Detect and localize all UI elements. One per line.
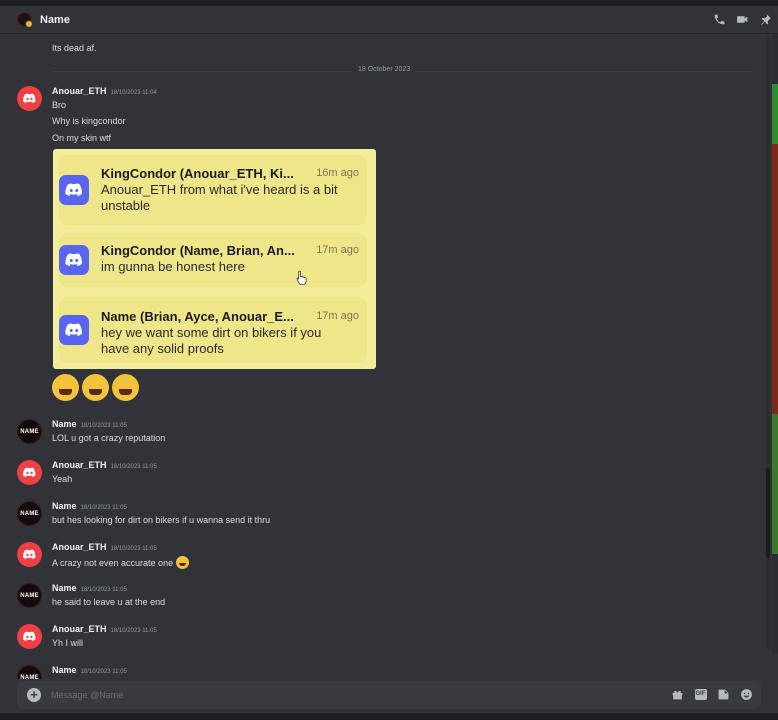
joy-emoji-icon	[52, 374, 79, 401]
notification-card: KingCondor (Name, Brian, An... 17m ago i…	[59, 233, 367, 287]
avatar-label: NAME	[20, 592, 39, 599]
message-text: A crazy not even accurate one	[52, 558, 174, 568]
message-timestamp: 18/10/2023 11:05	[110, 628, 157, 634]
notification-card: Name (Brian, Ayce, Anouar_E... 17m ago h…	[59, 297, 367, 363]
header-actions	[712, 12, 772, 26]
joy-emoji-icon	[175, 556, 189, 569]
message-scrollbar[interactable]	[766, 38, 770, 648]
message-text: he said to leave u at the end	[52, 597, 166, 607]
channel-header: Name	[0, 6, 778, 34]
header-avatar[interactable]	[17, 12, 33, 28]
channel-title[interactable]: Name	[40, 14, 70, 26]
discord-app-icon	[59, 175, 89, 205]
author-name[interactable]: Anouar_ETH	[52, 86, 107, 96]
user-avatar[interactable]: NAME	[17, 665, 42, 679]
author-name[interactable]: Name	[52, 583, 77, 593]
author-name[interactable]: Anouar_ETH	[52, 460, 107, 470]
background-window-strip	[772, 34, 778, 654]
notification-title: Name (Brian, Ayce, Anouar_E...	[101, 309, 294, 324]
message-timestamp: 18/10/2023 11:04	[110, 90, 157, 96]
message-composer: + GIF	[17, 681, 761, 709]
image-attachment[interactable]: KingCondor (Anouar_ETH, Ki... 16m ago An…	[53, 149, 376, 369]
message-timestamp: 18/10/2023 11:05	[110, 546, 157, 552]
phone-call-icon[interactable]	[712, 12, 726, 26]
notification-title: KingCondor (Anouar_ETH, Ki...	[101, 166, 294, 181]
message-text: On my skin wtf	[52, 133, 112, 143]
author-name[interactable]: Anouar_ETH	[52, 624, 107, 634]
message-author[interactable]: Name 18/10/2023 11:05	[52, 665, 127, 675]
message-text: Why is kingcondor	[52, 116, 126, 126]
author-name[interactable]: Name	[52, 419, 77, 429]
discord-avatar-icon[interactable]	[17, 86, 42, 111]
user-avatar[interactable]: NAME	[17, 501, 42, 526]
gift-icon[interactable]	[671, 688, 684, 701]
gif-icon[interactable]: GIF	[694, 688, 707, 701]
sticker-icon[interactable]	[717, 688, 730, 701]
joy-emoji-icon	[112, 374, 139, 401]
composer-actions: GIF	[671, 688, 753, 701]
emoji-icon[interactable]	[740, 688, 753, 701]
author-name[interactable]: Anouar_ETH	[52, 542, 107, 552]
message-author[interactable]: Name 18/10/2023 11:05	[52, 501, 127, 511]
video-call-icon[interactable]	[735, 12, 749, 26]
message-author[interactable]: Name 18/10/2023 11:05	[52, 583, 127, 593]
notification-body: im gunna be honest here	[101, 259, 245, 274]
message-timestamp: 18/10/2023 11:05	[80, 423, 127, 429]
discord-app-icon	[59, 245, 89, 275]
discord-avatar-icon[interactable]	[17, 542, 42, 567]
notification-time: 17m ago	[316, 244, 359, 256]
discord-avatar-icon[interactable]	[17, 460, 42, 485]
message-text-row: A crazy not even accurate one	[52, 556, 189, 569]
notification-title: KingCondor (Name, Brian, An...	[101, 243, 295, 258]
discord-app-icon	[59, 315, 89, 345]
date-divider: 18 October 2023	[52, 66, 752, 73]
notification-time: 16m ago	[316, 167, 359, 179]
notification-time: 17m ago	[316, 310, 359, 322]
avatar-label: NAME	[20, 674, 39, 680]
message-author[interactable]: Anouar_ETH 18/10/2023 11:05	[52, 460, 157, 470]
message-text: Yeah	[52, 474, 73, 484]
notification-body: hey we want some dirt on bikers if you h…	[101, 325, 322, 356]
avatar-label: NAME	[20, 510, 39, 517]
scrollbar-thumb[interactable]	[766, 468, 770, 558]
message-list: Its dead af. 18 October 2023 Anouar_ETH 1…	[0, 34, 760, 679]
message-text: Its dead af.	[52, 43, 97, 53]
message-timestamp: 18/10/2023 11:05	[80, 669, 127, 675]
message-timestamp: 18/10/2023 11:05	[110, 464, 157, 470]
discord-avatar-icon[interactable]	[17, 624, 42, 649]
message-input[interactable]	[51, 687, 611, 703]
hand-cursor-icon	[296, 270, 307, 285]
discord-dm-window: Name Its dead af. 18 October 2023 Anouar…	[0, 0, 778, 720]
author-name[interactable]: Name	[52, 501, 77, 511]
avatar-label: NAME	[20, 428, 39, 435]
message-text: but hes looking for dirt on bikers if u …	[52, 515, 271, 525]
message-timestamp: 18/10/2023 11:05	[80, 587, 127, 593]
joy-emoji-icon	[82, 374, 109, 401]
user-avatar[interactable]: NAME	[17, 419, 42, 444]
message-author[interactable]: Anouar_ETH 18/10/2023 11:05	[52, 624, 157, 634]
author-name[interactable]: Name	[52, 665, 77, 675]
message-author[interactable]: Name 18/10/2023 11:05	[52, 419, 127, 429]
pin-icon[interactable]	[758, 12, 772, 26]
reaction-emojis	[52, 374, 142, 401]
notification-body: Anouar_ETH from what i've heard is a bit…	[101, 182, 338, 213]
message-timestamp: 18/10/2023 11:05	[80, 505, 127, 511]
notification-card: KingCondor (Anouar_ETH, Ki... 16m ago An…	[59, 155, 367, 225]
message-text: Bro	[52, 100, 67, 110]
gif-label: GIF	[694, 689, 707, 700]
date-divider-label: 18 October 2023	[352, 66, 417, 73]
add-attachment-button[interactable]: +	[27, 688, 41, 702]
user-avatar[interactable]: NAME	[17, 583, 42, 608]
message-text: Yh I will	[52, 638, 84, 648]
message-author[interactable]: Anouar_ETH 18/10/2023 11:05	[52, 542, 157, 552]
window-bottom-bar	[0, 713, 778, 720]
message-text: LOL u got a crazy reputation	[52, 433, 166, 443]
message-author[interactable]: Anouar_ETH 18/10/2023 11:04	[52, 86, 157, 96]
